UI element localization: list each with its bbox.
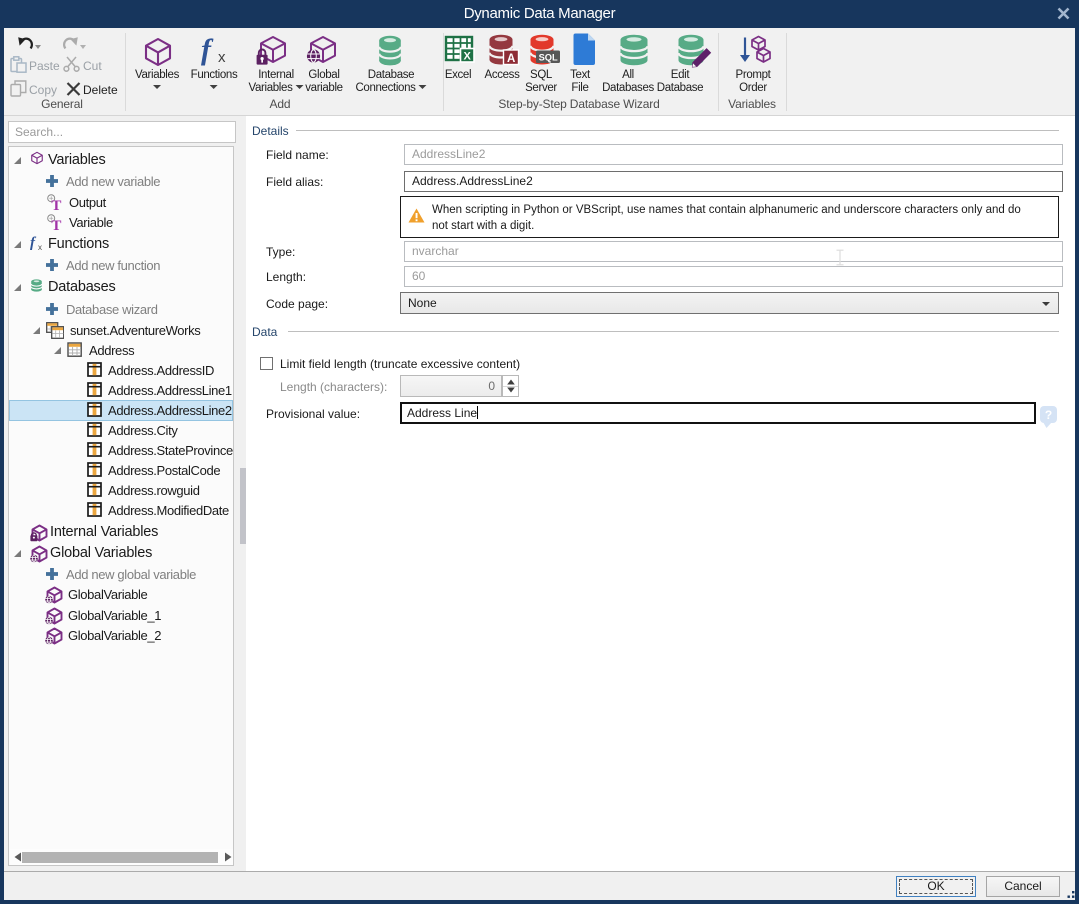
svg-text:f: f: [30, 235, 37, 251]
svg-text:x: x: [38, 243, 42, 251]
svg-text:SQL: SQL: [539, 52, 558, 62]
svg-text:A: A: [507, 53, 515, 65]
svg-text:x: x: [218, 49, 226, 66]
svg-text:X: X: [464, 51, 472, 63]
svg-text:f: f: [201, 34, 214, 66]
